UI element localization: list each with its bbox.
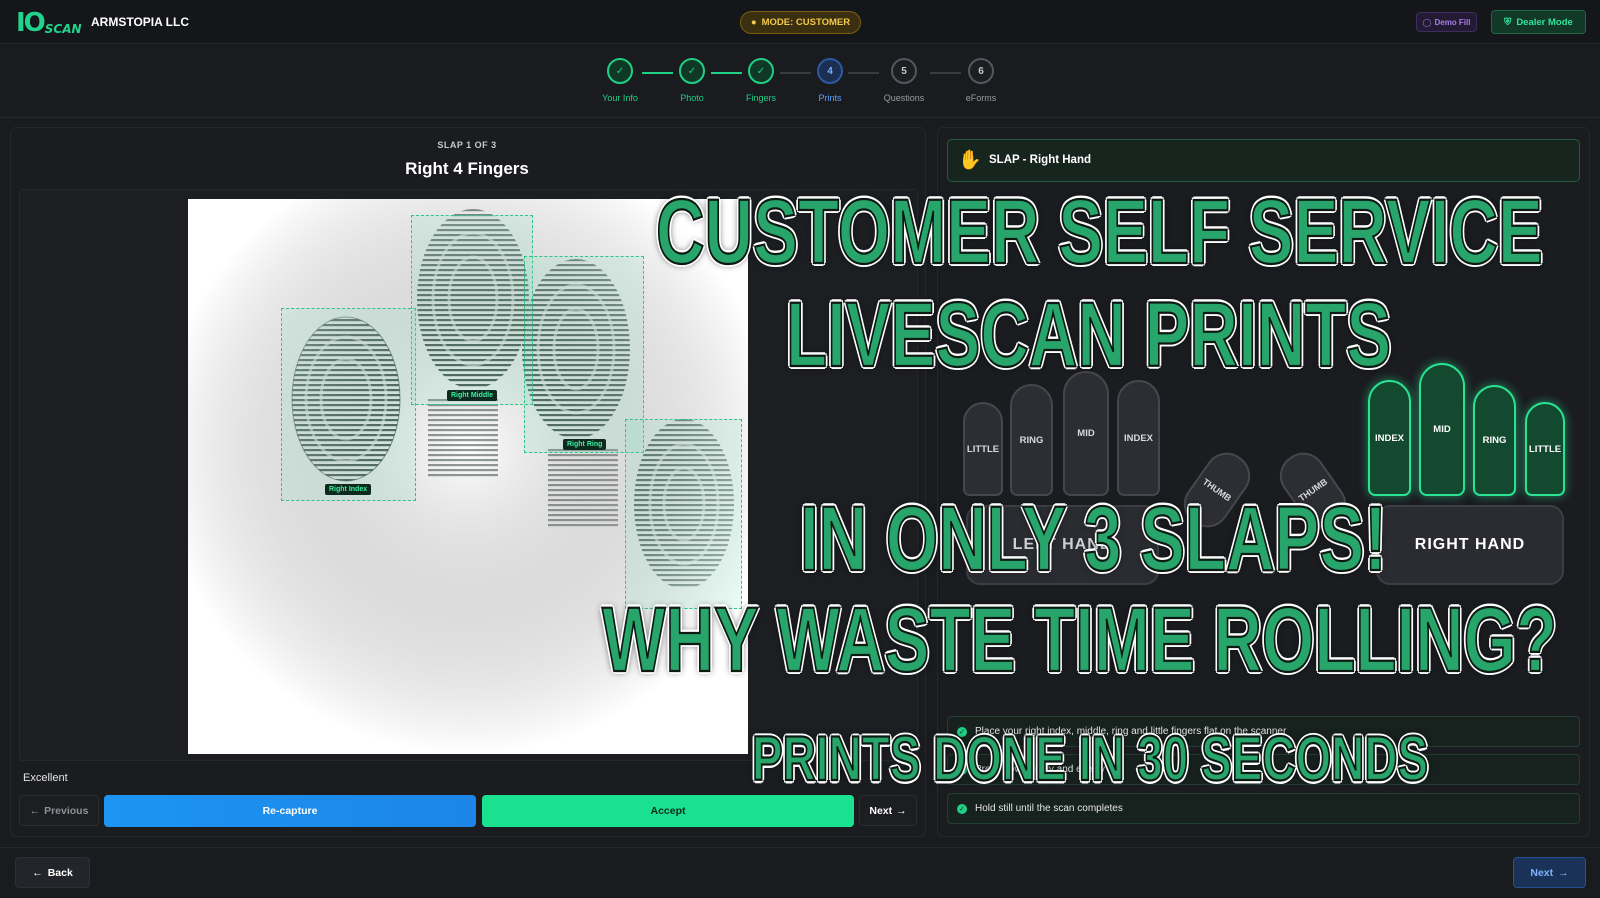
ioscan-logo[interactable]: IO SCAN [16, 9, 82, 36]
next-slap-button[interactable]: Next → [859, 795, 917, 826]
left-little-finger: LITTLE [963, 402, 1003, 496]
demo-fill-label: Demo Fill [1434, 17, 1471, 27]
recapture-button[interactable]: Re-capture [104, 795, 476, 827]
finger-label-ring: Right Ring [563, 439, 607, 450]
instruction-item: ✓ Hold still until the scan completes [947, 793, 1580, 824]
finger-box-middle: Right Middle [411, 215, 533, 405]
next-button[interactable]: Next → [1513, 857, 1586, 888]
step-label: eForms [965, 93, 997, 103]
finger-box-little [625, 419, 742, 609]
step-prints[interactable]: 4 Prints [800, 58, 860, 103]
back-button[interactable]: ← Back [15, 857, 90, 888]
finger-label-middle: Right Middle [447, 390, 497, 401]
check-icon: ✓ [679, 58, 705, 84]
mode-label: MODE: CUSTOMER [761, 17, 851, 28]
finger-box-index: Right Index [281, 308, 416, 501]
promo-line-3: IN ONLY 3 SLAPS! [799, 487, 1387, 591]
step-number: 6 [968, 58, 994, 84]
promo-line-2: LIVESCAN PRINTS [785, 283, 1392, 387]
arrow-left-icon: ← [32, 866, 43, 879]
step-label: Your Info [602, 93, 638, 103]
hand-icon: ✋ [958, 150, 982, 171]
left-ring-finger: RING [1010, 384, 1053, 496]
step-number: 5 [891, 58, 917, 84]
right-index-finger[interactable]: INDEX [1368, 380, 1411, 496]
slap-title: Right 4 Fingers [405, 159, 529, 178]
right-little-finger[interactable]: LITTLE [1525, 402, 1565, 496]
right-mid-finger[interactable]: MID [1419, 363, 1465, 496]
step-photo[interactable]: ✓ Photo [662, 58, 722, 103]
next-label: Next [1530, 866, 1554, 879]
step-your-info[interactable]: ✓ Your Info [590, 58, 650, 103]
divider [0, 847, 1600, 848]
next-slap-label: Next [869, 804, 893, 817]
user-icon: ● [750, 17, 757, 28]
left-mid-finger: MID [1063, 371, 1109, 496]
arrow-right-icon: → [1558, 866, 1569, 879]
left-index-finger: INDEX [1117, 380, 1160, 496]
check-icon: ✓ [607, 58, 633, 84]
arrow-right-icon: → [896, 804, 907, 817]
step-label: Prints [818, 93, 842, 103]
step-label: Fingers [745, 93, 776, 103]
logo-io-text: IO [16, 8, 46, 38]
step-questions[interactable]: 5 Questions [874, 58, 934, 103]
dealer-mode-button[interactable]: ⛨ Dealer Mode [1491, 10, 1586, 34]
step-eforms[interactable]: 6 eForms [951, 58, 1011, 103]
check-circle-icon: ✓ [957, 803, 967, 814]
back-label: Back [47, 866, 73, 879]
divider [0, 117, 1600, 118]
instruction-text: Hold still until the scan completes [975, 803, 1123, 814]
step-label: Photo [680, 93, 704, 103]
previous-label: Previous [44, 804, 89, 817]
check-icon: ✓ [748, 58, 774, 84]
promo-line-5: PRINTS DONE IN 30 SECONDS [751, 722, 1429, 795]
demo-fill-button[interactable]: ◯ Demo Fill [1416, 12, 1477, 32]
logo-scan-text: SCAN [44, 22, 82, 36]
shield-icon: ⛨ [1504, 16, 1512, 28]
app-header: IO SCAN ARMSTOPIA LLC ● MODE: CUSTOMER ◯… [0, 0, 1600, 44]
right-ring-finger[interactable]: RING [1473, 385, 1516, 496]
slap-header-title: SLAP - Right Hand [989, 154, 1092, 166]
finger-label-index: Right Index [325, 484, 372, 495]
company-name: ARMSTOPIA LLC [91, 15, 189, 29]
quality-rating: Excellent [23, 772, 68, 784]
accept-button[interactable]: Accept [482, 795, 854, 827]
step-fingers[interactable]: ✓ Fingers [731, 58, 791, 103]
step-number: 4 [817, 58, 843, 84]
promo-line-4: WHY WASTE TIME ROLLING? [601, 588, 1558, 692]
slap-counter: SLAP 1 OF 3 [437, 140, 497, 150]
previous-button[interactable]: ← Previous [19, 795, 99, 826]
mode-badge: ● MODE: CUSTOMER [740, 11, 861, 34]
promo-line-1: CUSTOMER SELF SERVICE [655, 180, 1543, 284]
demo-icon: ◯ [1422, 17, 1432, 27]
arrow-left-icon: ← [29, 804, 41, 817]
right-hand-palm: RIGHT HAND [1376, 505, 1564, 585]
dealer-mode-label: Dealer Mode [1516, 16, 1573, 28]
step-label: Questions [883, 93, 925, 103]
